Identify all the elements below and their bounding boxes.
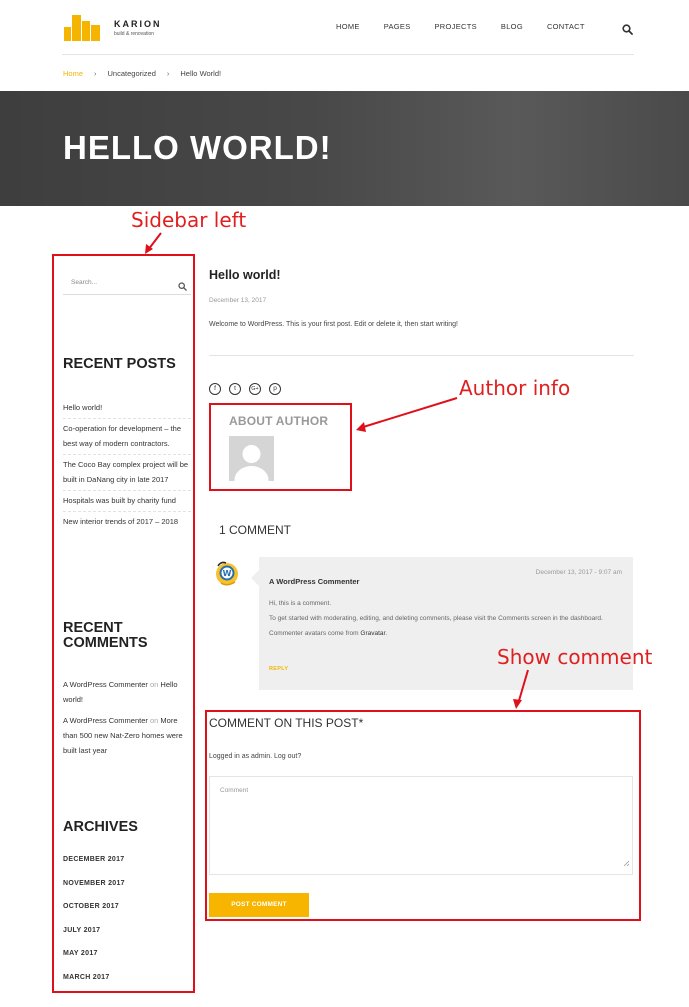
chevron-right-icon: › [166, 69, 170, 78]
comments-count: 1 COMMENT [219, 523, 291, 537]
twitter-icon[interactable]: t [229, 383, 241, 395]
brand-logo[interactable]: KARION build & renovation [64, 15, 162, 41]
svg-text:W: W [223, 569, 232, 578]
wapuu-avatar-icon: W [216, 561, 238, 586]
pinterest-icon[interactable]: p [269, 383, 281, 395]
header-divider [62, 54, 634, 55]
comment-line: To get started with moderating, editing,… [269, 615, 603, 622]
comment-line-text: Commenter avatars come from [269, 630, 359, 637]
building-logo-icon [64, 15, 100, 41]
page-title: HELLO WORLD! [63, 129, 332, 166]
post-title: Hello world! [209, 268, 281, 282]
google-plus-icon[interactable]: G+ [249, 383, 261, 395]
breadcrumb: Home › Uncategorized › Hello World! [63, 69, 221, 78]
main-nav: HOME PAGES PROJECTS BLOG CONTACT [336, 22, 609, 31]
reply-link[interactable]: REPLY [269, 666, 288, 672]
annotation-arrowhead [513, 699, 522, 709]
brand-tagline: build & renovation [114, 31, 155, 37]
nav-contact[interactable]: CONTACT [547, 22, 585, 31]
breadcrumb-current: Hello World! [180, 69, 222, 78]
breadcrumb-home[interactable]: Home [63, 69, 83, 78]
nav-pages[interactable]: PAGES [384, 22, 411, 31]
nav-blog[interactable]: BLOG [501, 22, 523, 31]
nav-projects[interactable]: PROJECTS [435, 22, 477, 31]
comment-line: Commenter avatars come from Gravatar. [269, 626, 625, 641]
annotation-author-label: Author info [459, 376, 571, 400]
annotation-comment-box [205, 710, 641, 921]
annotation-sidebar-box [52, 254, 195, 993]
annotation-arrowhead [145, 244, 153, 254]
comment-item: A WordPress Commenter December 13, 2017 … [259, 557, 633, 690]
comment-line-suffix: . [385, 630, 388, 637]
annotation-arrow-sidebar [147, 232, 162, 251]
nav-home[interactable]: HOME [336, 22, 360, 31]
chevron-right-icon: › [94, 69, 97, 78]
post-divider [209, 355, 634, 356]
comment-body: Hi, this is a comment. To get started wi… [269, 596, 625, 641]
breadcrumb-category[interactable]: Uncategorized [108, 69, 156, 78]
gravatar-link[interactable]: Gravatar [360, 630, 385, 637]
annotation-arrowhead [356, 422, 366, 432]
comment-pointer [251, 570, 259, 586]
annotation-sidebar-label: Sidebar left [131, 208, 247, 232]
post-date: December 13, 2017 [209, 297, 267, 304]
share-icons: f t G+ p [209, 383, 289, 395]
comment-line: Hi, this is a comment. [269, 600, 332, 607]
brand-name: KARION [114, 19, 162, 29]
annotation-comment-label: Show comment [497, 645, 653, 669]
page-hero: HELLO WORLD! [0, 91, 689, 206]
post-content: Welcome to WordPress. This is your first… [209, 321, 458, 328]
search-icon[interactable] [622, 22, 633, 40]
comment-date: December 13, 2017 - 9:07 am [535, 569, 622, 576]
annotation-arrow-author [359, 397, 458, 429]
comment-author[interactable]: A WordPress Commenter [269, 577, 359, 586]
annotation-author-box [209, 403, 352, 491]
commenter-avatar: W [213, 559, 241, 587]
facebook-icon[interactable]: f [209, 383, 221, 395]
